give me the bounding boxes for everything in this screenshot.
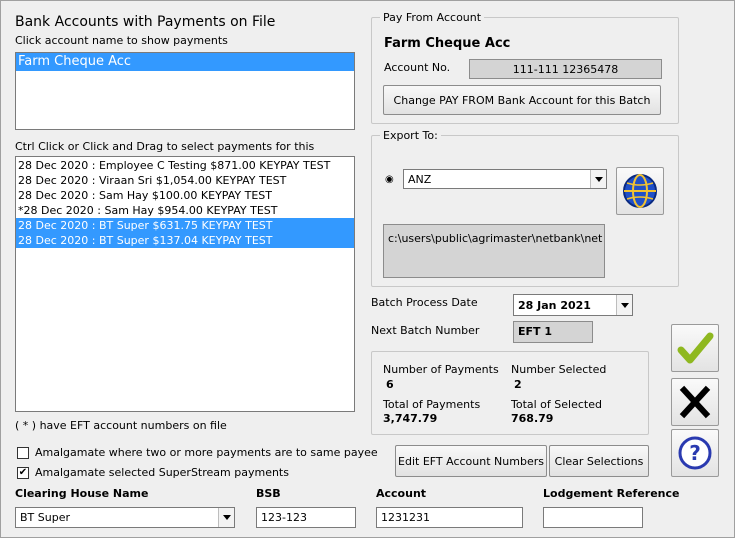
amalgamate-payee-option[interactable]: Amalgamate where two or more payments ar… [17,446,378,459]
eft-batch-window: Bank Accounts with Payments on File Clic… [0,0,735,538]
batch-date-value: 28 Jan 2021 [518,298,591,312]
chevron-down-icon[interactable] [218,508,234,527]
amalgamate-payee-checkbox[interactable] [17,446,29,459]
next-batch-label: Next Batch Number [371,324,480,337]
amalgamate-super-label: Amalgamate selected SuperStream payments [35,466,289,479]
checkmark-icon [677,332,714,364]
eft-note: ( * ) have EFT account numbers on file [15,419,227,432]
globe-button[interactable] [616,167,664,215]
num-payments-value: 6 [386,378,394,391]
total-payments-label: Total of Payments [383,398,481,411]
chevron-down-icon[interactable] [616,295,632,315]
export-path-field: c:\users\public\agrimaster\netbank\net [383,224,605,278]
account-no-field: 111-111 12365478 [469,59,662,79]
payment-row[interactable]: *28 Dec 2020 : Sam Hay $954.00 KEYPAY TE… [16,203,354,218]
cancel-button[interactable] [671,378,719,426]
close-icon [679,385,711,419]
clearing-house-value: BT Super [20,511,70,524]
payment-row[interactable]: 28 Dec 2020 : Viraan Sri $1,054.00 KEYPA… [16,173,354,188]
account-label: Account [376,487,427,500]
amalgamate-payee-label: Amalgamate where two or more payments ar… [35,446,378,459]
total-selected-value: 768.79 [511,412,554,425]
total-payments-value: 3,747.79 [383,412,438,425]
globe-icon [623,174,657,208]
next-batch-field: EFT 1 [513,321,593,343]
lodgement-input[interactable] [543,507,643,528]
pay-from-account-name: Farm Cheque Acc [384,36,511,51]
help-button[interactable]: ? [671,429,719,477]
payment-row[interactable]: 28 Dec 2020 : BT Super $137.04 KEYPAY TE… [16,233,354,248]
num-payments-label: Number of Payments [383,363,499,376]
pay-from-title: Pay From Account [380,11,485,24]
accounts-hint: Click account name to show payments [15,34,228,47]
export-to-group: Export To: ◉ ANZ c:\users\public\agrimas… [371,129,679,287]
export-radio[interactable]: ◉ [385,174,394,185]
clear-selections-button[interactable]: Clear Selections [549,445,649,477]
amalgamate-super-option[interactable]: ✔ Amalgamate selected SuperStream paymen… [17,466,289,479]
edit-eft-button[interactable]: Edit EFT Account Numbers [395,445,547,477]
payments-hint: Ctrl Click or Click and Drag to select p… [15,140,315,153]
payment-row[interactable]: 28 Dec 2020 : BT Super $631.75 KEYPAY TE… [16,218,354,233]
help-icon: ? [678,436,712,470]
bsb-label: BSB [256,487,281,500]
accounts-list[interactable]: Farm Cheque Acc [15,52,355,130]
account-no-label: Account No. [384,61,451,74]
num-selected-label: Number Selected [511,363,607,376]
lodgement-label: Lodgement Reference [543,487,680,500]
chevron-down-icon[interactable] [590,170,606,188]
svg-text:?: ? [689,441,701,465]
amalgamate-super-checkbox[interactable]: ✔ [17,466,29,479]
payments-list[interactable]: 28 Dec 2020 : Employee C Testing $871.00… [15,156,355,412]
bank-select[interactable]: ANZ [403,169,607,189]
total-selected-label: Total of Selected [511,398,602,411]
bsb-input[interactable] [256,507,356,528]
export-to-title: Export To: [380,129,441,142]
accounts-title: Bank Accounts with Payments on File [15,14,276,30]
num-selected-value: 2 [514,378,522,391]
clearing-house-label: Clearing House Name [15,487,149,500]
batch-date-picker[interactable]: 28 Jan 2021 [513,294,633,316]
account-item[interactable]: Farm Cheque Acc [16,53,354,71]
bank-value: ANZ [408,172,432,186]
payment-row[interactable]: 28 Dec 2020 : Sam Hay $100.00 KEYPAY TES… [16,188,354,203]
pay-from-group: Pay From Account Farm Cheque Acc Account… [371,11,679,124]
payment-row[interactable]: 28 Dec 2020 : Employee C Testing $871.00… [16,158,354,173]
summary-group: Number of Payments 6 Number Selected 2 T… [371,351,649,435]
batch-date-label: Batch Process Date [371,296,478,309]
clearing-house-select[interactable]: BT Super [15,507,235,528]
account-input[interactable] [376,507,523,528]
change-pay-from-button[interactable]: Change PAY FROM Bank Account for this Ba… [383,85,661,115]
ok-button[interactable] [671,324,719,372]
